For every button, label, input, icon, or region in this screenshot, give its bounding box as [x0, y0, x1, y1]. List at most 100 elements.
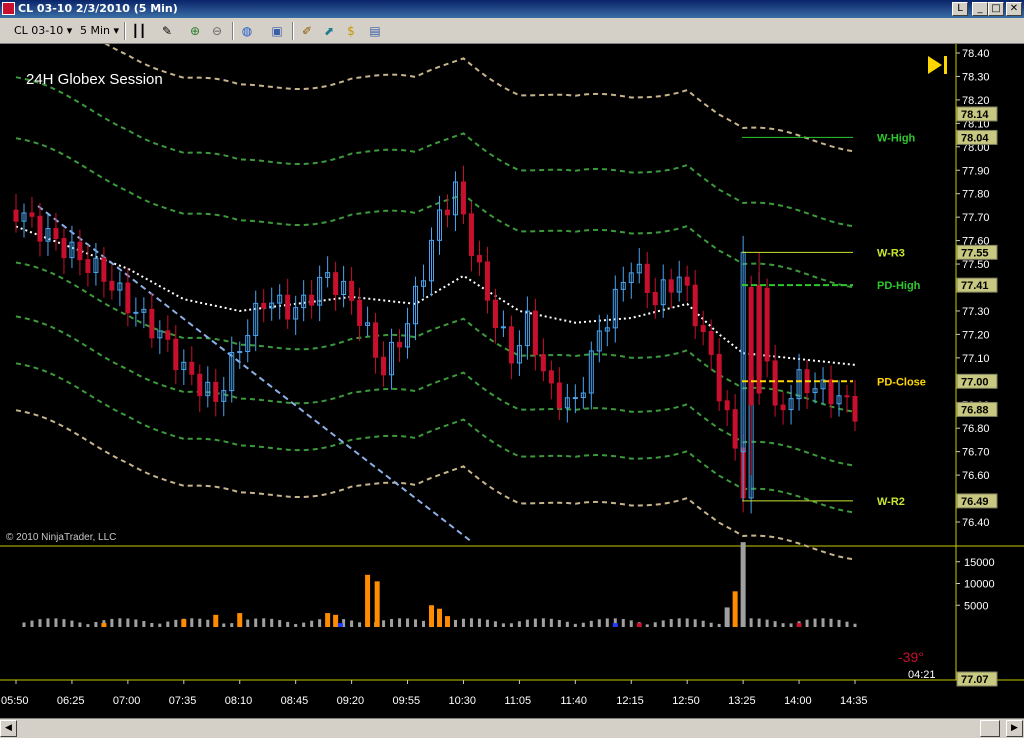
candle-body — [213, 381, 219, 402]
time-tick-label: 08:45 — [281, 695, 309, 707]
price-tag-label: 78.04 — [961, 132, 989, 144]
candle-body — [85, 259, 91, 273]
volume-bar-highlight — [796, 623, 802, 627]
session-label: 24H Globex Session — [26, 71, 163, 88]
volume-bar-highlight — [436, 608, 442, 627]
volume-bar — [845, 621, 849, 627]
volume-bar — [565, 621, 569, 627]
price-tag-label: 76.49 — [961, 496, 989, 508]
volume-bar — [517, 621, 521, 627]
spike-candle-body — [756, 284, 762, 394]
toolbar-separator — [232, 22, 234, 40]
candle-body — [77, 241, 83, 261]
candle-body — [508, 326, 514, 364]
volume-bar — [38, 619, 42, 627]
volume-bar — [22, 622, 26, 627]
scroll-thumb[interactable] — [980, 720, 1000, 737]
volume-bar — [270, 618, 274, 627]
price-tick-label: 77.80 — [962, 189, 990, 201]
candle-body — [700, 325, 706, 333]
data-box-icon[interactable]: ▤ — [366, 22, 384, 40]
window-titlebar: CL 03-10 2/3/2010 (5 Min) L _ □ ✕ — [0, 0, 1024, 18]
volume-bar-highlight — [237, 613, 243, 627]
interval-label: 5 Min — [80, 24, 111, 37]
bar-type-icon[interactable]: ┃┃ — [130, 22, 148, 40]
volume-bar — [30, 620, 34, 627]
volume-bar — [605, 618, 609, 627]
volume-bar — [246, 619, 250, 627]
time-tick-label: 06:25 — [57, 695, 85, 707]
volume-bar — [509, 623, 513, 627]
volume-bar — [685, 618, 689, 627]
volume-bar — [350, 620, 354, 627]
volume-bar-highlight — [181, 619, 187, 627]
volume-bar — [278, 620, 282, 627]
scroll-left-button[interactable]: ◀ — [0, 720, 17, 737]
candle-body — [53, 228, 59, 240]
coin-icon[interactable]: $ — [342, 22, 360, 40]
chart-panel[interactable]: W-High W-R3 PD-High PD-Close W-R2 78.40 78.30… — [0, 1, 1024, 718]
volume-bar — [86, 624, 90, 627]
zoom-in-icon[interactable]: ⊕ — [186, 22, 204, 40]
volume-tag-label: 77.07 — [961, 674, 989, 686]
candle-body — [468, 213, 474, 256]
candle-body — [109, 280, 115, 291]
price-tick-label: 76.80 — [962, 423, 990, 435]
price-chart-svg[interactable]: W-High W-R3 PD-High PD-Close W-R2 78.40 78.30… — [0, 1, 1024, 718]
zoom-out-icon[interactable]: ⊖ — [208, 22, 226, 40]
volume-bar — [653, 622, 657, 627]
volume-bar — [406, 618, 410, 627]
volume-bar — [469, 618, 473, 627]
candle-body — [13, 209, 19, 222]
instrument-selector[interactable]: CL 03-10 ▾ — [14, 22, 72, 40]
volume-bar — [398, 618, 402, 627]
volume-bar — [805, 619, 809, 627]
candle-body — [772, 360, 778, 406]
maximize-button[interactable]: □ — [988, 2, 1004, 16]
volume-bar — [485, 619, 489, 627]
candle-body — [309, 294, 315, 306]
candle-body — [852, 396, 858, 422]
volume-bar — [773, 621, 777, 627]
volume-bar — [286, 621, 290, 627]
volume-bar — [126, 618, 130, 627]
volume-bar — [837, 619, 841, 627]
interval-selector[interactable]: 5 Min ▾ — [80, 22, 119, 40]
level-label: PD-High — [877, 280, 921, 292]
price-tick-label: 77.30 — [962, 306, 990, 318]
candle-body — [133, 311, 139, 314]
volume-bar-highlight — [374, 581, 380, 627]
strategies-icon[interactable]: ⬈ — [320, 22, 338, 40]
indicators-icon[interactable]: ✐ — [298, 22, 316, 40]
app-icon — [2, 2, 15, 15]
time-tick-label: 12:15 — [616, 695, 644, 707]
time-tick-label: 09:20 — [337, 695, 365, 707]
price-tick-label: 78.40 — [962, 48, 990, 60]
price-tick-label: 76.70 — [962, 447, 990, 459]
volume-bar — [757, 618, 761, 627]
close-button[interactable]: ✕ — [1006, 2, 1022, 16]
minimize-button[interactable]: _ — [972, 2, 988, 16]
volume-bar — [477, 618, 481, 627]
volume-tick-label: 15000 — [964, 557, 995, 569]
candle-body — [540, 354, 546, 372]
candle-body — [724, 400, 730, 411]
bar-countdown: 04:21 — [908, 669, 936, 681]
candle-body — [261, 302, 267, 309]
link-button[interactable]: L — [952, 2, 968, 16]
volume-bar — [190, 618, 194, 627]
globe-icon[interactable]: ◍ — [238, 22, 256, 40]
pencil-draw-icon[interactable]: ✎ — [158, 22, 176, 40]
properties-icon[interactable]: ▣ — [268, 22, 286, 40]
volume-bar — [677, 618, 681, 627]
candle-body — [732, 409, 738, 449]
candle-body — [37, 215, 43, 242]
scroll-right-button[interactable]: ▶ — [1006, 720, 1023, 737]
volume-bar — [709, 622, 713, 627]
horizontal-scrollbar[interactable]: ◀ ▶ — [0, 718, 1024, 738]
candle-body — [708, 331, 714, 355]
candle-body — [692, 284, 698, 327]
copyright-label: © 2010 NinjaTrader, LLC — [6, 532, 116, 543]
candle-body — [828, 379, 834, 405]
instrument-label: CL 03-10 — [14, 24, 64, 37]
